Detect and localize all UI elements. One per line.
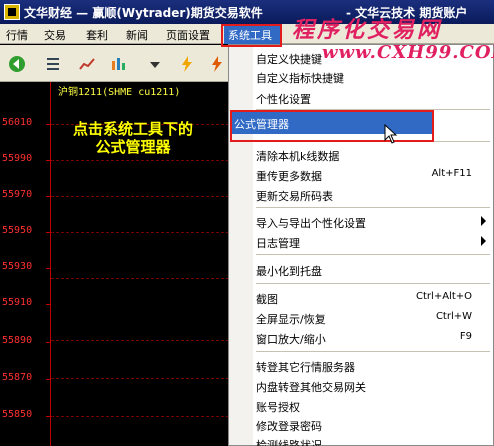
menu-item-shortcut: F9 [459,331,472,342]
menu-separator [256,351,490,352]
dropdown-arrow-icon[interactable] [146,55,164,73]
menu-item-label: 转登其它行情服务器 [256,361,355,374]
menu-item-switch-trade-gateway[interactable]: 内盘转登其他交易网关 [252,375,492,397]
submenu-arrow-icon [481,236,486,246]
menu-item-label: 自定义快捷键 [256,53,322,66]
price-tick-label: 55890 [2,335,33,346]
menu-item-label: 导入与导出个性化设置 [256,217,366,230]
menu-item-label: 个性化设置 [256,93,311,106]
menu-arbitrage[interactable]: 套利 [86,27,108,43]
price-tick-label: 55990 [2,153,33,164]
app-logo-icon [4,4,20,20]
menu-market[interactable]: 行情 [6,27,28,43]
menu-separator [256,207,490,208]
menu-news[interactable]: 新闻 [126,27,148,43]
menu-item-clear-kline-data[interactable]: 清除本机k线数据 [252,144,492,166]
price-tick-label: 55930 [2,261,33,272]
menu-item-fullscreen[interactable]: 全屏显示/恢复 Ctrl+W [252,307,492,329]
chart-header: 沪铜1211(SHME cu1211) [58,87,181,98]
menu-item-personalization[interactable]: 个性化设置 [252,87,492,109]
menu-item-label: 窗口放大/缩小 [256,333,326,346]
lightning-icon[interactable] [178,55,196,73]
price-tick-label: 55910 [2,297,33,308]
watermark-line-2: www.CXH99.COM [322,42,494,63]
menu-item-update-exchange-codes[interactable]: 更新交易所码表 [252,184,492,206]
back-icon[interactable] [8,55,26,73]
list-icon[interactable] [44,55,62,73]
instruction-annotation: 点击系统工具下的 公式管理器 [48,120,218,156]
menu-item-label: 内盘转登其他交易网关 [256,381,366,394]
menu-item-label: 全屏显示/恢复 [256,313,326,326]
menu-separator [256,254,490,255]
menu-page-settings[interactable]: 页面设置 [166,27,210,43]
menu-item-label: 账号授权 [256,401,300,414]
price-tick-label: 55970 [2,189,33,200]
menu-item-label: 自定义指标快捷键 [256,72,344,85]
lightning-icon[interactable] [208,55,226,73]
tick-mark [46,342,50,343]
tick-mark [46,196,50,197]
tick-mark [46,160,50,161]
menu-item-log-management[interactable]: 日志管理 [252,231,492,253]
price-tick-label: 55950 [2,225,33,236]
price-tick-label: 56010 [2,117,33,128]
menu-item-shortcut: Ctrl+W [435,311,472,322]
menu-item-import-export-settings[interactable]: 导入与导出个性化设置 [252,211,492,233]
tick-mark [46,232,50,233]
menu-item-label: 清除本机k线数据 [256,150,340,163]
window-title: 文华财经 — 赢顺(Wytrader)期货交易软件 [24,6,263,20]
menu-item-label: 最小化到托盘 [256,265,322,278]
annotation-line-2: 公式管理器 [95,138,171,156]
annotation-line-1: 点击系统工具下的 [72,120,193,138]
tick-mark [46,304,50,305]
dropdown-icon-gutter [229,45,253,445]
price-tick-label: 55850 [2,409,33,420]
menu-separator [256,283,490,284]
price-tick-label: 55870 [2,372,33,383]
menu-item-switch-quote-server[interactable]: 转登其它行情服务器 [252,355,492,377]
menu-item-window-zoom[interactable]: 窗口放大/缩小 F9 [252,327,492,349]
tick-mark [46,268,50,269]
menu-item-minimize-tray[interactable]: 最小化到托盘 [252,259,492,281]
menu-item-indicator-shortcuts[interactable]: 自定义指标快捷键 [252,66,492,88]
menu-item-check-connection[interactable]: 检测线路状况 [252,433,492,446]
menu-item-label: 日志管理 [256,237,300,250]
menu-item-label: 重传更多数据 [256,170,322,183]
menu-item-label: 截图 [256,293,278,306]
mouse-cursor-icon [384,124,398,144]
menu-item-label: 更新交易所码表 [256,190,333,203]
highlight-box-formula-manager [230,110,434,142]
trend-chart-icon[interactable] [78,55,96,73]
watermark-line-1: 程序化交易网 [292,17,443,43]
tick-mark [46,379,50,380]
menu-item-screenshot[interactable]: 截图 Ctrl+Alt+O [252,287,492,309]
menu-item-shortcut: Alt+F11 [431,168,472,179]
submenu-arrow-icon [481,216,486,226]
menu-item-label: 修改登录密码 [256,420,322,433]
menu-trade[interactable]: 交易 [44,27,66,43]
menu-item-label: 检测线路状况 [256,439,322,446]
menu-item-resend-data[interactable]: 重传更多数据 Alt+F11 [252,164,492,186]
highlight-box-system-tools [221,24,282,47]
menu-item-shortcut: Ctrl+Alt+O [416,291,472,302]
tick-mark [46,416,50,417]
multi-chart-icon[interactable] [110,55,128,73]
